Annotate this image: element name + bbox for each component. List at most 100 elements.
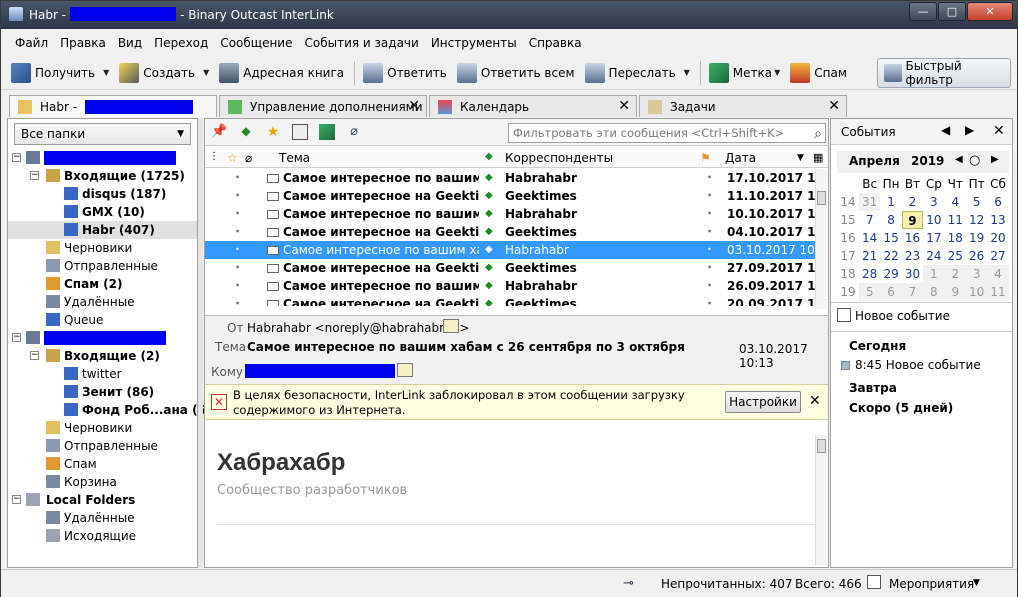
folder-view-select[interactable]: Все папки ▼: [14, 123, 191, 145]
folder-disqus[interactable]: disqus (187): [8, 185, 197, 203]
calendar-day[interactable]: 4: [945, 193, 966, 211]
calendar-day[interactable]: 2: [902, 193, 923, 211]
attachment-icon[interactable]: ⌀: [346, 124, 362, 140]
collapse-icon[interactable]: −: [30, 351, 39, 360]
junk-column-icon[interactable]: ⚑: [700, 151, 711, 165]
chevron-down-icon[interactable]: ▼: [203, 68, 209, 77]
calendar-day[interactable]: 30: [902, 265, 923, 283]
forward-button[interactable]: Переслать ▼: [581, 58, 694, 88]
connection-icon[interactable]: ⊸: [623, 576, 634, 591]
calendar-day[interactable]: 10: [965, 283, 988, 301]
add-contact-icon[interactable]: [443, 319, 459, 333]
chevron-down-icon[interactable]: ▼: [774, 68, 780, 77]
message-row[interactable]: •Самое интересное по вашим ха...◆Habraha…: [205, 205, 815, 223]
calendar-day[interactable]: 11: [987, 283, 1009, 301]
message-row[interactable]: •Самое интересное на Geektime...◆Geektim…: [205, 187, 815, 205]
scrollbar-thumb[interactable]: [817, 191, 826, 205]
message-row[interactable]: •Самое интересное по вашим ха...◆Habraha…: [205, 169, 815, 187]
folder-drafts-2[interactable]: Черновики: [8, 419, 197, 437]
read-status-icon[interactable]: ◆: [485, 169, 493, 187]
folder-spam-2[interactable]: Спам: [8, 455, 197, 473]
menu-help[interactable]: Справка: [523, 33, 588, 53]
chevron-down-icon[interactable]: ▼: [103, 68, 109, 77]
account-2[interactable]: −: [8, 329, 197, 347]
menu-edit[interactable]: Правка: [54, 33, 112, 53]
calendar-day[interactable]: 15: [880, 229, 901, 247]
add-contact-icon[interactable]: [397, 363, 413, 377]
reply-button[interactable]: Ответить: [359, 58, 451, 88]
calendar-day[interactable]: 7: [901, 283, 924, 301]
folder-sent-1[interactable]: Отправленные: [8, 257, 197, 275]
calendar-month[interactable]: Апреля: [849, 154, 900, 168]
filter-input[interactable]: Фильтровать эти сообщения <Ctrl+Shift+K>…: [508, 123, 826, 143]
address-book-button[interactable]: Адресная книга: [215, 58, 348, 88]
calendar-year[interactable]: 2019: [911, 154, 944, 168]
reply-all-button[interactable]: Ответить всем: [453, 58, 579, 88]
pane-splitter[interactable]: [198, 118, 203, 568]
date-column-header[interactable]: Дата: [725, 151, 756, 165]
calendar-day[interactable]: 3: [965, 265, 988, 283]
prev-arrow-icon[interactable]: ◀: [941, 123, 950, 137]
calendar-day[interactable]: 24: [923, 247, 944, 265]
column-picker-icon[interactable]: ▦: [813, 151, 823, 164]
collapse-icon[interactable]: −: [12, 153, 21, 162]
calendar-day[interactable]: 3: [923, 193, 944, 211]
today-dot-icon[interactable]: ○: [969, 153, 980, 168]
calendar-day-today[interactable]: 9: [901, 211, 924, 229]
calendar-day[interactable]: 8: [923, 283, 945, 301]
subject-column-header[interactable]: Тема: [279, 151, 310, 165]
local-folders[interactable]: − Local Folders: [8, 491, 197, 509]
get-messages-button[interactable]: Получить ▼: [7, 58, 113, 88]
tab-calendar[interactable]: Календарь ✕: [429, 95, 637, 117]
message-row[interactable]: •Самое интересное на Geektime...◆Geektim…: [205, 223, 815, 241]
account-1[interactable]: −: [8, 149, 197, 167]
message-row[interactable]: •Самое интересное по вашим ха...◆Habraha…: [205, 277, 815, 295]
calendar-day[interactable]: 14: [859, 229, 880, 247]
calendar-day[interactable]: 5: [859, 283, 881, 301]
calendar-day[interactable]: 27: [987, 247, 1008, 265]
tab-addons[interactable]: Управление дополнениями ✕: [219, 95, 427, 117]
menu-view[interactable]: Вид: [112, 33, 148, 53]
thread-column-icon[interactable]: ⋮: [209, 151, 219, 162]
attachment-column-icon[interactable]: ⌀: [245, 151, 252, 165]
collapse-icon[interactable]: −: [12, 333, 21, 342]
folder-fond[interactable]: Фонд Роб...ана (65): [8, 401, 220, 419]
message-list-scrollbar[interactable]: [815, 169, 827, 309]
calendar-day[interactable]: 17: [923, 229, 944, 247]
folder-spam-1[interactable]: Спам (2): [8, 275, 197, 293]
calendar-day[interactable]: 11: [945, 211, 966, 229]
close-button[interactable]: ✕: [967, 2, 1013, 21]
close-tab-icon[interactable]: ✕: [408, 98, 420, 114]
calendar-day[interactable]: 1: [923, 265, 945, 283]
chevron-down-icon[interactable]: ▼: [973, 578, 980, 588]
read-status-icon[interactable]: ◆: [485, 187, 493, 205]
calendar-day[interactable]: 13: [987, 211, 1008, 229]
folder-zenit[interactable]: Зенит (86): [8, 383, 197, 401]
folder-trash[interactable]: Корзина: [8, 473, 197, 491]
spam-button[interactable]: Спам: [786, 58, 851, 88]
event-item[interactable]: 8:45 Новое событие: [841, 357, 1009, 375]
next-arrow-icon[interactable]: ▶: [965, 123, 974, 137]
calendar-day[interactable]: 6: [987, 193, 1008, 211]
soon-group-label[interactable]: Скоро (5 дней): [849, 401, 953, 415]
message-row[interactable]: •Самое интересное на Geektime...◆Geektim…: [205, 259, 815, 277]
calendar-day[interactable]: 19: [966, 229, 987, 247]
settings-button[interactable]: Настройки: [725, 391, 801, 413]
events-button[interactable]: Мероприятия: [889, 577, 974, 591]
next-month-icon[interactable]: ▶: [991, 154, 999, 165]
scrollbar-thumb[interactable]: [817, 439, 826, 453]
today-group-label[interactable]: Сегодня: [849, 339, 906, 353]
read-status-icon[interactable]: ◆: [485, 241, 493, 259]
calendar-day[interactable]: 2: [944, 265, 966, 283]
close-tab-icon[interactable]: ✕: [618, 98, 630, 114]
menu-events-tasks[interactable]: События и задачи: [299, 33, 425, 53]
tab-habr[interactable]: Habr -: [9, 95, 217, 117]
folder-gmx[interactable]: GMX (10): [8, 203, 197, 221]
collapse-icon[interactable]: −: [12, 495, 21, 504]
calendar-day[interactable]: 8: [880, 211, 901, 229]
folder-sent-2[interactable]: Отправленные: [8, 437, 197, 455]
star-icon[interactable]: ★: [265, 124, 281, 140]
read-column-icon[interactable]: ◆: [485, 151, 493, 162]
menu-go[interactable]: Переход: [148, 33, 214, 53]
pin-icon[interactable]: 📌: [211, 124, 227, 140]
